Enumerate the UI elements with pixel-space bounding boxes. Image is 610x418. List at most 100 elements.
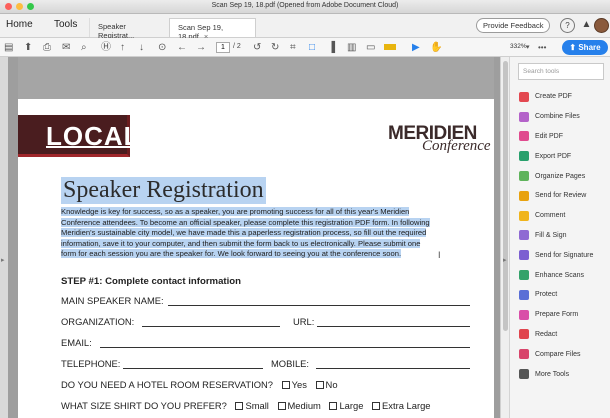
avatar[interactable] (594, 18, 609, 33)
tab-scan-document[interactable]: Scan Sep 19, 18.pdf × (169, 18, 256, 41)
url-label: URL: (293, 316, 315, 327)
tool-enhance-scans[interactable]: Enhance Scans (519, 265, 593, 285)
tool-prepare-form[interactable]: Prepare Form (519, 305, 593, 325)
tab-tools[interactable]: Tools (54, 19, 77, 30)
tab-home[interactable]: Home (6, 19, 33, 30)
tool-redact[interactable]: Redact (519, 325, 593, 345)
intro-line: Meridien's sustainable city model, we ha… (61, 228, 427, 237)
provide-feedback-button[interactable]: Provide Feedback (476, 18, 551, 33)
tool-export-pdf[interactable]: Export PDF (519, 146, 593, 166)
upload-icon[interactable]: ⬆ (24, 40, 32, 55)
intro-line: Knowledge is key for success, so as a sp… (61, 207, 410, 216)
tool-more-tools[interactable]: More Tools (519, 364, 593, 384)
columns-icon[interactable]: ▐ (328, 40, 335, 55)
small-label: Small (245, 400, 269, 411)
scrollbar-thumb[interactable] (503, 61, 508, 331)
window-title: Scan Sep 19, 18.pdf (Opened from Adobe D… (211, 2, 399, 9)
tools-pane: Search tools Create PDF Combine Files Edit… (509, 57, 610, 418)
tool-send-for-signature[interactable]: Send for Signature (519, 245, 593, 265)
tool-create-pdf[interactable]: Create PDF (519, 87, 593, 107)
tool-send-for-review[interactable]: Send for Review (519, 186, 593, 206)
export-pdf-icon (519, 151, 529, 162)
search-icon[interactable]: ⌕ (81, 40, 87, 55)
yes-checkbox[interactable] (281, 381, 290, 389)
tool-label: More Tools (535, 370, 570, 378)
tool-comment[interactable]: Comment (519, 206, 593, 226)
hotel-question: DO YOU NEED A HOTEL ROOM RESERVATION? Ye… (61, 379, 338, 390)
toolbar: ▤ ⬆ ⎙ ✉ ⌕ Ⓗ ↑ ↓ ⊙ ← → 1 / 2 ↺ ↻ ⌗ □ ▐ ▥ … (0, 38, 610, 57)
previous-page-icon[interactable]: ⊙ (158, 40, 166, 55)
large-label: Large (339, 400, 364, 411)
two-page-icon[interactable]: ▥ (347, 40, 356, 55)
screen-icon[interactable]: ▭ (366, 40, 375, 55)
help-icon[interactable]: ? (560, 18, 575, 33)
telephone-field[interactable] (123, 368, 263, 369)
more-tools-icon (519, 369, 529, 380)
highlight-icon[interactable] (384, 40, 396, 55)
send-for-review-icon (519, 190, 529, 201)
zoom-level[interactable]: 332% (510, 43, 527, 50)
pan-hand-icon[interactable]: ✋ (430, 40, 442, 55)
tool-organize-pages[interactable]: Organize Pages (519, 166, 593, 186)
organization-field[interactable] (142, 326, 280, 327)
page-number-input[interactable]: 1 (216, 42, 230, 53)
small-checkbox[interactable] (235, 402, 244, 410)
tool-label: Prepare Form (535, 311, 579, 319)
email-field[interactable] (100, 347, 470, 348)
organize-pages-icon (519, 171, 529, 182)
tool-label: Protect (535, 291, 558, 299)
large-checkbox[interactable] (329, 402, 338, 410)
xlarge-checkbox[interactable] (372, 402, 381, 410)
forward-icon[interactable]: → (196, 40, 206, 55)
prepare-form-icon (519, 309, 529, 320)
enhance-scans-icon (519, 270, 529, 281)
hotel-label: DO YOU NEED A HOTEL ROOM RESERVATION? (61, 379, 274, 390)
back-icon[interactable]: ← (177, 40, 187, 55)
pdf-page[interactable]: LOCAL MERIDIEN Conference Speaker Regist… (18, 57, 494, 418)
mail-icon[interactable]: ✉ (62, 40, 70, 55)
tab-speaker-registration[interactable]: Speaker Registrat... (89, 18, 166, 40)
right-panel-toggle-icon[interactable]: ▸ (503, 256, 507, 264)
tool-fill-sign[interactable]: Fill & Sign (519, 226, 593, 246)
yes-label: Yes (291, 379, 307, 390)
shirt-question: WHAT SIZE SHIRT DO YOU PREFER? Small Med… (61, 400, 431, 411)
up-arrow-icon[interactable]: ↑ (120, 40, 125, 55)
share-button[interactable]: ⬆ Share (562, 40, 608, 55)
document-icon[interactable]: □ (309, 40, 315, 55)
edit-pdf-icon (519, 131, 529, 142)
page-heading[interactable]: Speaker Registration (61, 177, 266, 204)
medium-label: Medium (287, 400, 321, 411)
rotate-ccw-icon[interactable]: ↺ (253, 40, 261, 55)
zoom-dropdown-icon[interactable]: ▾ (526, 40, 530, 55)
vertical-scrollbar[interactable] (500, 57, 509, 418)
speaker-name-field[interactable] (168, 305, 470, 306)
down-arrow-icon[interactable]: ↓ (139, 40, 144, 55)
tool-protect[interactable]: Protect (519, 285, 593, 305)
crop-icon[interactable]: ⌗ (290, 40, 296, 55)
select-cursor-icon[interactable]: ▶ (412, 40, 420, 55)
more-icon[interactable]: ••• (538, 40, 546, 55)
no-checkbox[interactable] (315, 381, 324, 389)
tool-edit-pdf[interactable]: Edit PDF (519, 127, 593, 147)
sidebar-icon[interactable]: ▤ (4, 40, 13, 55)
tool-label: Export PDF (535, 152, 572, 160)
medium-checkbox[interactable] (277, 402, 286, 410)
tool-combine-files[interactable]: Combine Files (519, 107, 593, 127)
print-icon[interactable]: ⎙ (43, 40, 51, 55)
notification-bell-icon[interactable]: ▲ (579, 18, 594, 33)
mobile-field[interactable] (316, 368, 470, 369)
banner-text: LOCAL (46, 121, 141, 151)
page-count: / 2 (233, 43, 241, 50)
tool-compare-files[interactable]: Compare Files (519, 344, 593, 364)
tools-list: Create PDF Combine Files Edit PDF Export PD… (519, 87, 593, 384)
document-canvas[interactable]: LOCAL MERIDIEN Conference Speaker Regist… (8, 57, 500, 418)
intro-paragraph[interactable]: Knowledge is key for success, so as a sp… (61, 207, 463, 260)
share-label: Share (578, 43, 601, 52)
email-label: EMAIL: (61, 337, 92, 348)
search-tools-input[interactable]: Search tools (518, 63, 604, 80)
hand-icon[interactable]: Ⓗ (101, 40, 111, 55)
rotate-cw-icon[interactable]: ↻ (271, 40, 279, 55)
intro-line: Conference attendees. To become an offic… (61, 217, 430, 227)
left-panel-toggle-icon[interactable]: ▸ (1, 256, 5, 264)
url-field[interactable] (317, 326, 470, 327)
